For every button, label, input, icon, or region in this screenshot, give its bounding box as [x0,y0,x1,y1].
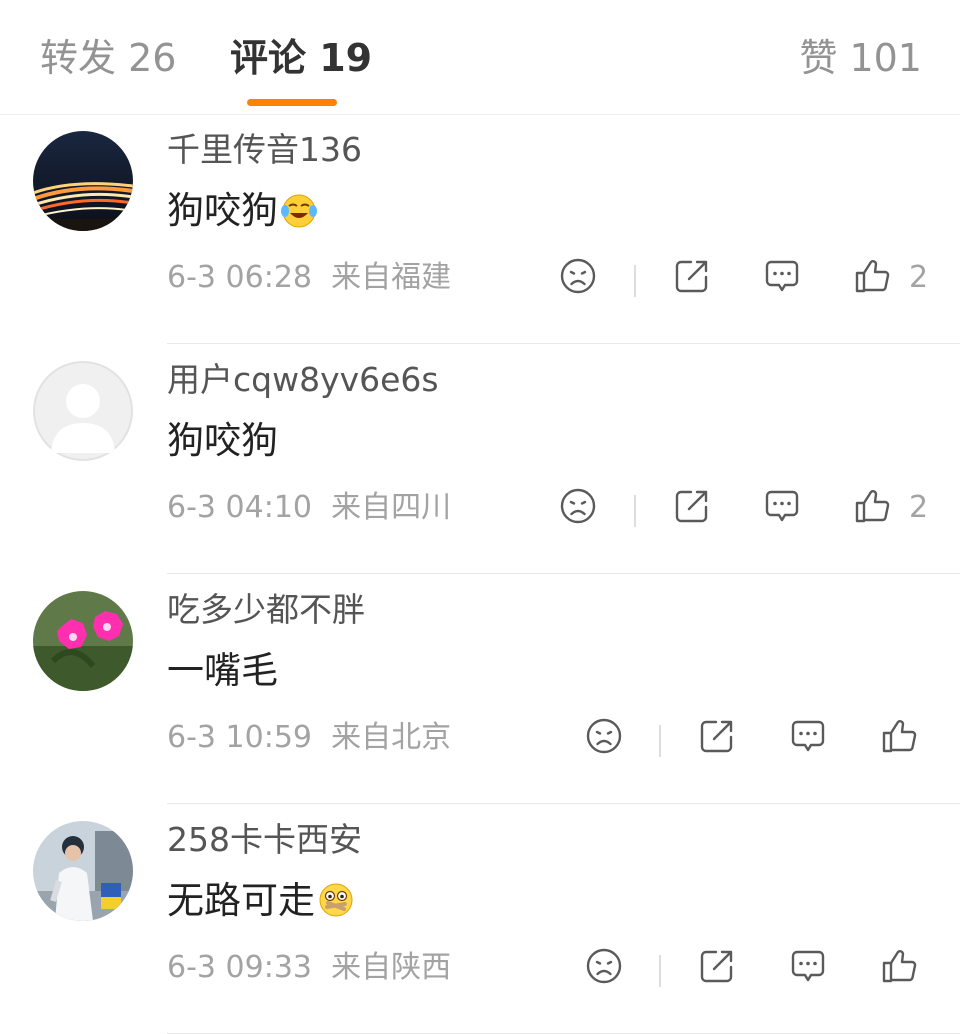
action-divider [659,955,661,987]
share-icon[interactable] [697,716,737,756]
comment-tabs: 转发 26 评论 19 赞 101 [0,0,960,115]
avatar[interactable] [33,591,133,691]
reply-icon[interactable] [762,256,802,296]
comment-username[interactable]: 吃多少都不胖 [167,588,365,632]
comment-location: 来自北京 [331,720,452,755]
tab-reposts[interactable]: 转发 26 [40,34,176,82]
tab-comments[interactable]: 评论 19 [230,34,372,82]
active-tab-indicator [247,99,337,106]
share-icon[interactable] [697,946,737,986]
comment-text: 狗咬狗 [167,416,278,466]
avatar[interactable] [33,821,133,921]
comment-location: 来自陕西 [331,950,452,985]
like-icon[interactable] [852,256,892,296]
comment-time: 6-3 09:33 [167,950,312,985]
like-icon[interactable] [879,946,919,986]
comment-meta: 6-3 09:33 来自陕西 [167,948,451,988]
sad-face-icon[interactable] [558,256,598,296]
sad-face-icon[interactable] [584,716,624,756]
comment-body: 无路可走 [167,879,315,922]
comment-username[interactable]: 用户cqw8yv6e6s [167,358,439,402]
comment-username[interactable]: 千里传音136 [167,128,362,172]
sad-face-icon[interactable] [558,486,598,526]
avatar[interactable] [33,131,133,231]
comment-body: 狗咬狗 [167,419,278,462]
comment-item: 用户cqw8yv6e6s 狗咬狗 6-3 04:10 来自四川 2 [0,344,960,574]
comment-body: 狗咬狗 [167,189,278,232]
comment-meta: 6-3 10:59 来自北京 [167,718,451,758]
comment-text: 无路可走 [167,876,355,926]
reply-icon[interactable] [788,716,828,756]
comment-location: 来自四川 [331,490,452,525]
share-icon[interactable] [672,256,712,296]
comment-body: 一嘴毛 [167,649,278,692]
reply-icon[interactable] [762,486,802,526]
like-count: 2 [909,490,929,525]
comment-text: 一嘴毛 [167,646,278,696]
comment-item: 吃多少都不胖 一嘴毛 6-3 10:59 来自北京 [0,574,960,804]
tab-likes[interactable]: 赞 101 [799,34,922,82]
comment-meta: 6-3 04:10 来自四川 [167,488,451,528]
reply-icon[interactable] [788,946,828,986]
comment-location: 来自福建 [331,260,452,295]
comment-time: 6-3 06:28 [167,260,312,295]
action-divider [634,495,636,527]
comment-meta: 6-3 06:28 来自福建 [167,258,451,298]
like-count: 2 [909,260,929,295]
comment-time: 6-3 10:59 [167,720,312,755]
avatar[interactable] [33,361,133,461]
like-icon[interactable] [852,486,892,526]
comment-item: 258卡卡西安 无路可走 6-3 09:33 来自陕西 [0,804,960,1034]
like-icon[interactable] [879,716,919,756]
laughing-tears-emoji-icon [280,191,318,229]
comment-time: 6-3 04:10 [167,490,312,525]
zipped-mouth-emoji-icon [317,881,355,919]
action-divider [634,265,636,297]
comment-username[interactable]: 258卡卡西安 [167,818,362,862]
comment-item: 千里传音136 狗咬狗 6-3 06:28 来自福建 2 [0,114,960,344]
share-icon[interactable] [672,486,712,526]
sad-face-icon[interactable] [584,946,624,986]
action-divider [659,725,661,757]
comment-text: 狗咬狗 [167,186,318,236]
